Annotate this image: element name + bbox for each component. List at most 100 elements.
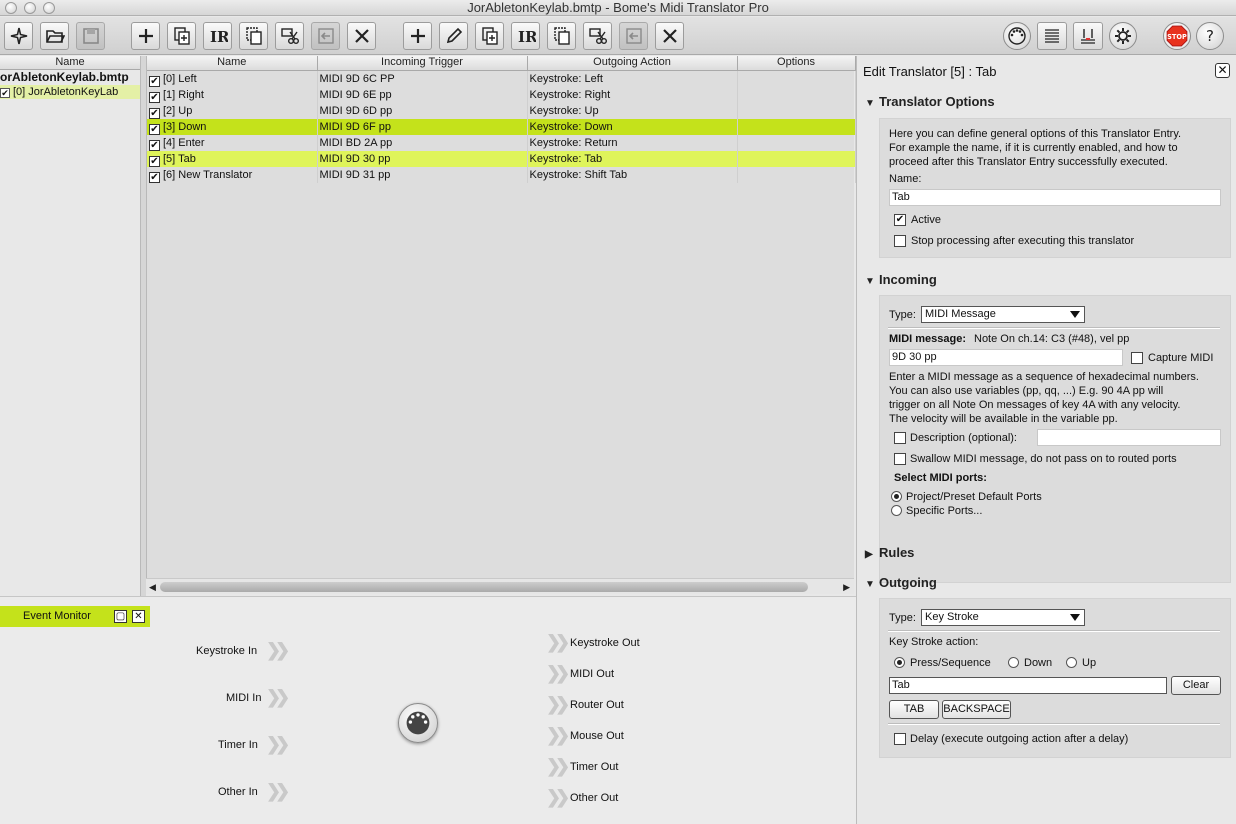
table-row[interactable]: ✔ [0] Left MIDI 9D 6C PP Keystroke: Left (147, 70, 856, 87)
description-label: Description (optional): (910, 432, 1017, 444)
duplicate-translator-button[interactable] (475, 22, 504, 50)
translator-enabled-checkbox[interactable]: ✔ (149, 75, 160, 87)
column-header-name[interactable]: Name (147, 56, 318, 71)
outgoing-type-select[interactable]: Key Stroke (921, 609, 1085, 626)
translator-options-header[interactable]: ▼ Translator Options (865, 94, 995, 109)
add-preset-button[interactable] (131, 22, 160, 50)
add-translator-button[interactable] (403, 22, 432, 50)
scroll-left-arrow-icon[interactable]: ◀ (149, 582, 156, 593)
duplicate-preset-button[interactable] (167, 22, 196, 50)
translator-action: Keystroke: Up (527, 102, 738, 119)
translator-enabled-checkbox[interactable]: ✔ (149, 139, 160, 151)
incoming-header[interactable]: ▼ Incoming (865, 272, 937, 287)
translator-action: Keystroke: Return (527, 134, 738, 151)
swallow-midi-checkbox[interactable] (894, 453, 906, 465)
translator-options-box: Here you can define general options of t… (879, 118, 1231, 258)
translator-enabled-checkbox[interactable]: ✔ (149, 155, 160, 167)
column-header-options[interactable]: Options (737, 56, 856, 71)
description-checkbox[interactable] (894, 432, 906, 444)
delay-checkbox[interactable] (894, 733, 906, 745)
log-window-button[interactable] (1037, 22, 1067, 50)
description-input[interactable] (1037, 429, 1221, 446)
panic-stop-button[interactable]: STOP (1163, 22, 1191, 50)
backspace-key-button[interactable]: BACKSPACE (942, 700, 1011, 719)
duplicate-icon (481, 27, 498, 45)
chevron-right-icon: ❯❯ (546, 787, 570, 807)
midi-message-input[interactable]: 9D 30 pp (889, 349, 1123, 366)
scrollbar-thumb[interactable] (160, 582, 808, 592)
preset-label: [0] JorAbletonKeyLab (13, 86, 119, 98)
table-row[interactable]: ✔ [2] Up MIDI 9D 6D pp Keystroke: Up (147, 102, 856, 119)
key-up-radio[interactable] (1066, 657, 1077, 668)
midi-out-label: MIDI Out (570, 668, 615, 680)
table-row[interactable]: ✔ [4] Enter MIDI BD 2A pp Keystroke: Retu… (147, 134, 856, 151)
table-row[interactable]: ✔ [6] New Translator MIDI 9D 31 pp Keystr… (147, 166, 856, 183)
event-monitor-tab[interactable]: Event Monitor ▢ ✕ (0, 606, 150, 627)
other-out-label: Other Out (570, 792, 619, 804)
preset-row[interactable]: ✔ [0] JorAbletonKeyLab (0, 85, 140, 99)
key-down-radio[interactable] (1008, 657, 1019, 668)
paste-preset-button[interactable] (311, 22, 340, 50)
outgoing-header[interactable]: ▼ Outgoing (865, 575, 937, 590)
svg-text:?: ? (1206, 27, 1214, 45)
settings-button[interactable] (1109, 22, 1137, 50)
delete-translator-button[interactable] (655, 22, 684, 50)
save-project-button[interactable] (76, 22, 105, 50)
incoming-type-select[interactable]: MIDI Message (921, 306, 1085, 323)
table-row[interactable]: ✔ [1] Right MIDI 9D 6E pp Keystroke: Righ… (147, 86, 856, 103)
translator-enabled-checkbox[interactable]: ✔ (149, 171, 160, 183)
rules-header[interactable]: ▶ Rules (865, 545, 914, 560)
default-ports-radio[interactable] (891, 491, 902, 502)
new-project-button[interactable] (4, 22, 33, 50)
column-header-incoming-trigger[interactable]: Incoming Trigger (317, 56, 528, 71)
midi-ports-label: Select MIDI ports: (894, 472, 987, 484)
section-title: Rules (879, 545, 915, 560)
copy-translator-button[interactable] (547, 22, 576, 50)
close-icon[interactable]: ✕ (132, 610, 145, 623)
name-label: Name: (889, 173, 922, 185)
divider (888, 630, 1220, 632)
specific-ports-radio[interactable] (891, 505, 902, 516)
clear-button[interactable]: Clear (1171, 676, 1221, 695)
column-header-outgoing-action[interactable]: Outgoing Action (527, 56, 738, 71)
horizontal-scrollbar[interactable]: ◀ ▶ (146, 578, 854, 594)
table-row-selected[interactable]: ✔ [5] Tab MIDI 9D 30 pp Keystroke: Tab (147, 150, 856, 167)
keystroke-input[interactable]: Tab (889, 677, 1167, 694)
preset-enabled-checkbox[interactable]: ✔ (0, 88, 10, 98)
translator-enabled-checkbox[interactable]: ✔ (149, 123, 160, 135)
open-project-button[interactable] (40, 22, 69, 50)
help-button[interactable]: ? (1196, 22, 1224, 50)
rename-preset-button[interactable]: IR (203, 22, 232, 50)
name-input[interactable]: Tab (889, 189, 1221, 206)
table-row[interactable]: ✔ [3] Down MIDI 9D 6F pp Keystroke: Down (147, 118, 856, 135)
stop-processing-checkbox[interactable] (894, 235, 906, 247)
minimize-window-button[interactable] (24, 2, 36, 14)
press-sequence-radio[interactable] (894, 657, 905, 668)
divider (888, 723, 1220, 725)
zoom-window-button[interactable] (43, 2, 55, 14)
capture-midi-checkbox[interactable] (1131, 352, 1143, 364)
paste-translator-button[interactable] (619, 22, 648, 50)
close-icon[interactable]: ✕ (1215, 63, 1230, 78)
close-window-button[interactable] (5, 2, 17, 14)
maximize-icon[interactable]: ▢ (114, 610, 127, 623)
paste-icon (625, 28, 642, 44)
translator-enabled-checkbox[interactable]: ✔ (149, 107, 160, 119)
translator-enabled-checkbox[interactable]: ✔ (149, 91, 160, 103)
paste-icon (317, 28, 334, 44)
rename-translator-button[interactable]: IR (511, 22, 540, 50)
midi-ports-button[interactable] (1003, 22, 1031, 50)
delete-x-icon (662, 29, 677, 43)
cut-translator-button[interactable] (583, 22, 612, 50)
copy-preset-button[interactable] (239, 22, 268, 50)
midi-router-button[interactable] (1073, 22, 1103, 50)
chevron-right-icon: ❯❯ (266, 781, 290, 801)
scroll-right-arrow-icon[interactable]: ▶ (843, 582, 850, 593)
edit-translator-button[interactable] (439, 22, 468, 50)
translator-options (737, 86, 856, 103)
cut-preset-button[interactable] (275, 22, 304, 50)
active-checkbox[interactable]: ✔ (894, 214, 906, 226)
delete-preset-button[interactable] (347, 22, 376, 50)
tab-key-button[interactable]: TAB (889, 700, 939, 719)
project-file-name[interactable]: orAbletonKeylab.bmtp (0, 70, 140, 85)
